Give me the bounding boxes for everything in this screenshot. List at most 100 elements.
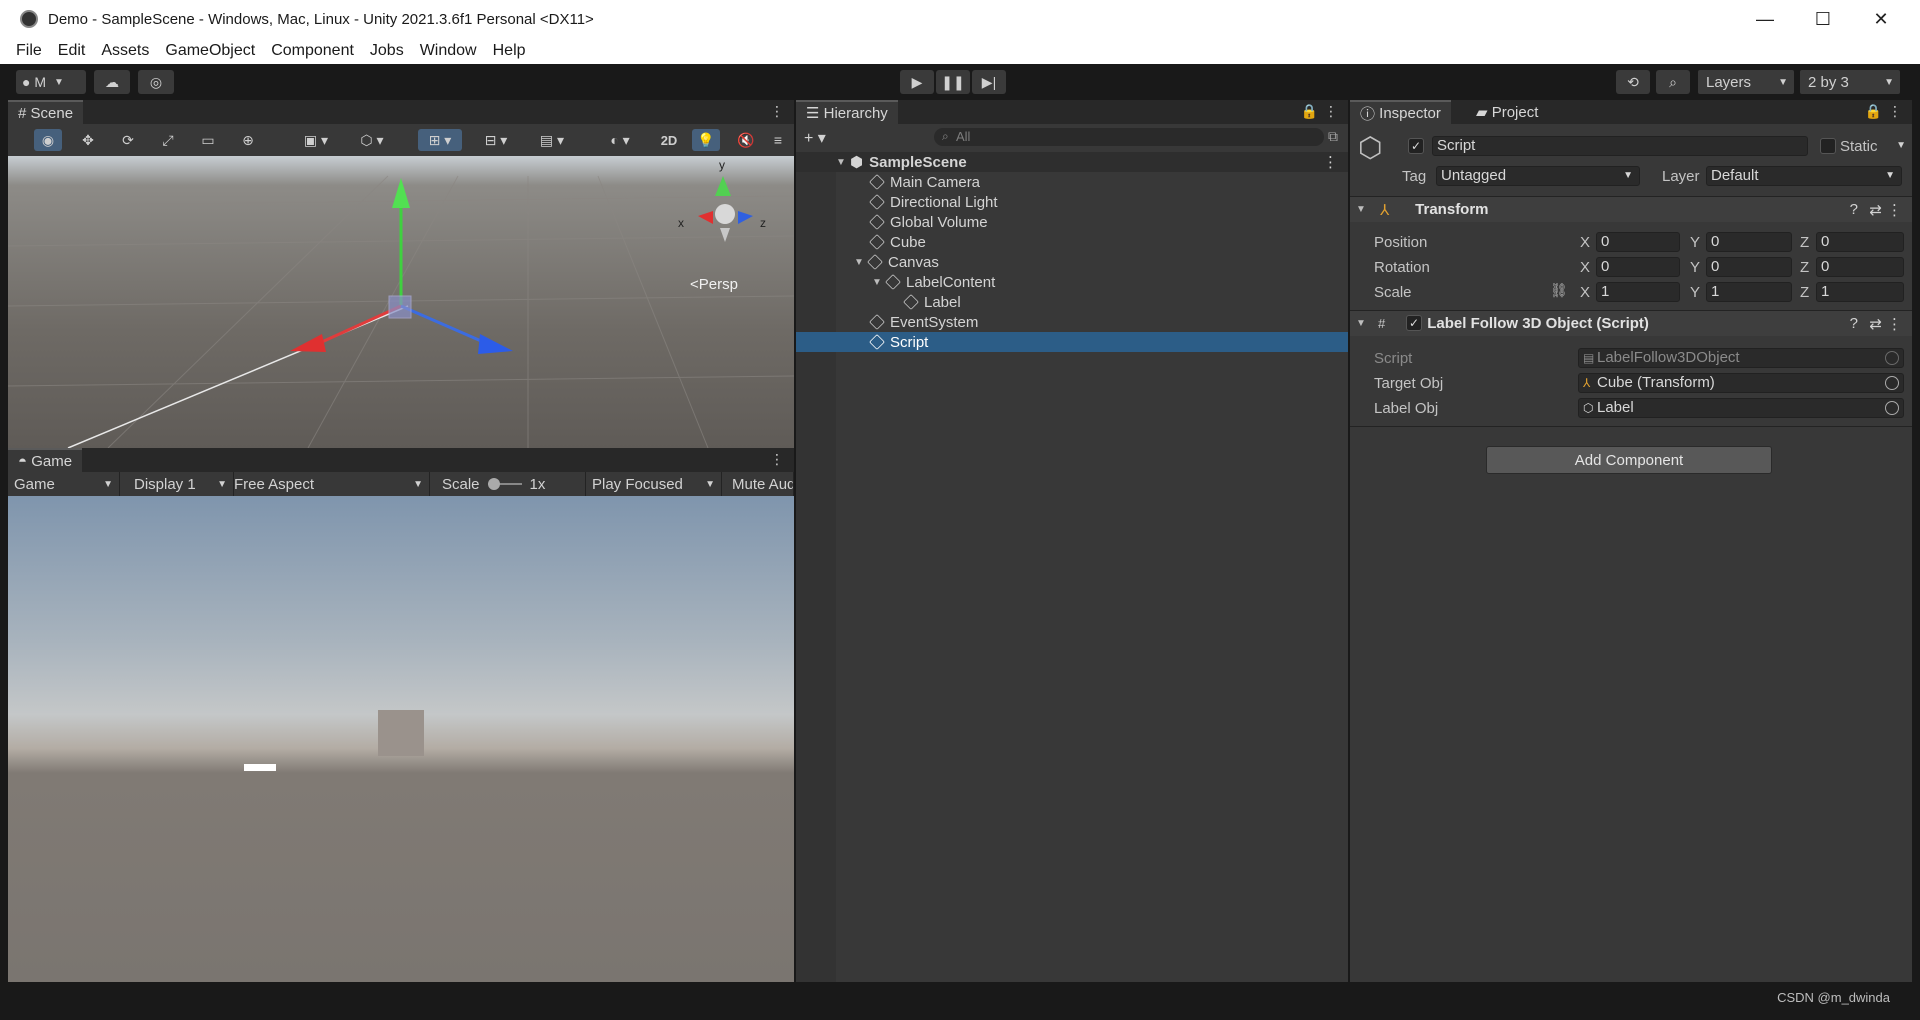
- game-viewport[interactable]: [8, 496, 794, 982]
- game-mode-dropdown[interactable]: Game ▼: [8, 472, 120, 496]
- object-picker-icon[interactable]: [1885, 401, 1899, 415]
- position-x-field[interactable]: 0: [1596, 232, 1680, 252]
- transform-tool-button[interactable]: ⊕: [234, 129, 262, 151]
- active-checkbox[interactable]: ✓: [1408, 138, 1424, 154]
- scale-slider-track[interactable]: [487, 478, 522, 490]
- menu-gameobject[interactable]: GameObject: [165, 42, 255, 60]
- lock-icon[interactable]: 🔒: [1865, 103, 1882, 120]
- cloud-button[interactable]: ☁: [94, 70, 130, 94]
- script-enabled-checkbox[interactable]: ✓: [1406, 315, 1422, 331]
- hierarchy-item-directional-light[interactable]: Directional Light: [796, 192, 1348, 212]
- scale-slider-thumb[interactable]: [487, 478, 500, 490]
- view-tool-button[interactable]: ◉: [34, 129, 62, 151]
- maximize-button[interactable]: ☐: [1794, 0, 1852, 38]
- audio-toggle[interactable]: 🔇: [732, 129, 760, 151]
- search-button[interactable]: ⌕: [1656, 70, 1690, 94]
- component-menu-icon[interactable]: ⋮: [1887, 315, 1902, 333]
- add-object-button[interactable]: + ▾: [804, 128, 826, 148]
- 2d-toggle[interactable]: 2D: [654, 129, 684, 151]
- help-icon[interactable]: ?: [1850, 201, 1858, 218]
- menu-assets[interactable]: Assets: [101, 42, 149, 60]
- account-dropdown[interactable]: ● M ▼: [16, 70, 86, 94]
- hierarchy-search-input[interactable]: All: [934, 128, 1324, 146]
- hierarchy-item-labelcontent[interactable]: ▼ LabelContent: [796, 272, 1348, 292]
- scene-row-menu-icon[interactable]: ⋮: [1323, 153, 1338, 171]
- hierarchy-menu-icon[interactable]: ⋮: [1324, 103, 1338, 120]
- object-picker-icon[interactable]: [1885, 376, 1899, 390]
- hierarchy-item-main-camera[interactable]: Main Camera: [796, 172, 1348, 192]
- add-component-button[interactable]: Add Component: [1486, 446, 1772, 474]
- tab-inspector[interactable]: ⓘ Inspector: [1350, 100, 1451, 124]
- label-obj-field[interactable]: ⬡ Label: [1578, 398, 1904, 418]
- scene-viewport[interactable]: y x z <Persp: [8, 156, 794, 448]
- orientation-gizmo[interactable]: [698, 176, 753, 242]
- menu-help[interactable]: Help: [493, 42, 526, 60]
- hierarchy-item-eventsystem[interactable]: EventSystem: [796, 312, 1348, 332]
- menu-file[interactable]: File: [16, 42, 42, 60]
- hierarchy-item-script[interactable]: Script: [796, 332, 1348, 352]
- game-menu-icon[interactable]: ⋮: [770, 451, 784, 468]
- tab-hierarchy[interactable]: ☰ Hierarchy: [796, 100, 898, 124]
- ruler-dropdown[interactable]: ▤ ▾: [530, 129, 574, 151]
- static-dropdown-icon[interactable]: ▼: [1896, 140, 1906, 151]
- scale-x-field[interactable]: 1: [1596, 282, 1680, 302]
- collapse-icon[interactable]: ▼: [1356, 204, 1370, 215]
- menu-jobs[interactable]: Jobs: [370, 42, 404, 60]
- expand-icon[interactable]: ▼: [854, 257, 868, 268]
- rotation-y-field[interactable]: 0: [1706, 257, 1792, 277]
- gizmo-y-arrow[interactable]: [392, 178, 410, 208]
- pause-button[interactable]: ❚❚: [936, 70, 970, 94]
- effects-toggle[interactable]: ≡: [768, 129, 788, 151]
- expand-icon[interactable]: ▼: [872, 277, 886, 288]
- transform-header[interactable]: ▼ ⅄ Transform ? ⇄ ⋮: [1350, 196, 1912, 222]
- global-dropdown[interactable]: ⬡ ▾: [350, 129, 394, 151]
- script-component-header[interactable]: ▼ # ✓ Label Follow 3D Object (Script) ? …: [1350, 310, 1912, 336]
- perspective-label[interactable]: <Persp: [690, 276, 738, 293]
- lock-icon[interactable]: 🔒: [1301, 103, 1318, 120]
- rect-tool-button[interactable]: ▭: [194, 129, 222, 151]
- close-button[interactable]: ✕: [1852, 0, 1910, 38]
- component-menu-icon[interactable]: ⋮: [1887, 201, 1902, 219]
- gizmo-x-axis[interactable]: [312, 304, 402, 348]
- target-obj-field[interactable]: ⅄ Cube (Transform): [1578, 373, 1904, 393]
- hierarchy-item-canvas[interactable]: ▼ Canvas: [796, 252, 1348, 272]
- tab-project[interactable]: ▰ Project: [1466, 100, 1549, 124]
- object-name-field[interactable]: Script: [1432, 136, 1808, 156]
- rotation-z-field[interactable]: 0: [1816, 257, 1904, 277]
- constrain-proportions-icon[interactable]: ⛓: [1550, 282, 1568, 299]
- tab-scene[interactable]: # Scene: [8, 100, 84, 124]
- expand-icon[interactable]: ▼: [836, 157, 850, 168]
- aspect-dropdown[interactable]: Free Aspect ▼: [228, 472, 430, 496]
- static-checkbox[interactable]: [1820, 138, 1836, 154]
- scale-slider[interactable]: Scale 1x: [436, 472, 586, 496]
- menu-edit[interactable]: Edit: [58, 42, 86, 60]
- preset-icon[interactable]: ⇄: [1869, 201, 1882, 219]
- pivot-dropdown[interactable]: ▣ ▾: [294, 129, 338, 151]
- scale-tool-button[interactable]: ⤢: [154, 129, 182, 151]
- position-y-field[interactable]: 0: [1706, 232, 1792, 252]
- menu-window[interactable]: Window: [420, 42, 477, 60]
- hierarchy-item-global-volume[interactable]: Global Volume: [796, 212, 1348, 232]
- display-dropdown[interactable]: Display 1 ▼: [128, 472, 234, 496]
- menu-component[interactable]: Component: [271, 42, 354, 60]
- move-tool-button[interactable]: ✥: [74, 129, 102, 151]
- scale-z-field[interactable]: 1: [1816, 282, 1904, 302]
- scale-y-field[interactable]: 1: [1706, 282, 1792, 302]
- tab-game[interactable]: ◓ Game: [8, 448, 83, 472]
- play-mode-dropdown[interactable]: Play Focused ▼: [586, 472, 722, 496]
- help-icon[interactable]: ?: [1850, 315, 1858, 332]
- rotation-x-field[interactable]: 0: [1596, 257, 1680, 277]
- rotate-tool-button[interactable]: ⟳: [114, 129, 142, 151]
- hierarchy-item-label[interactable]: Label: [796, 292, 1348, 312]
- snap-increment-dropdown[interactable]: ⊟ ▾: [474, 129, 518, 151]
- position-z-field[interactable]: 0: [1816, 232, 1904, 252]
- collapse-icon[interactable]: ▼: [1356, 318, 1370, 329]
- gizmo-center-cube[interactable]: [388, 295, 412, 319]
- gizmo-x-arrow[interactable]: [290, 334, 326, 352]
- scene-menu-icon[interactable]: ⋮: [770, 103, 784, 120]
- hierarchy-item-cube[interactable]: Cube: [796, 232, 1348, 252]
- mute-audio-toggle[interactable]: Mute Aud: [726, 472, 794, 496]
- undo-history-button[interactable]: ⟲: [1616, 70, 1650, 94]
- layer-dropdown[interactable]: Default ▼: [1706, 166, 1902, 186]
- tag-dropdown[interactable]: Untagged ▼: [1436, 166, 1640, 186]
